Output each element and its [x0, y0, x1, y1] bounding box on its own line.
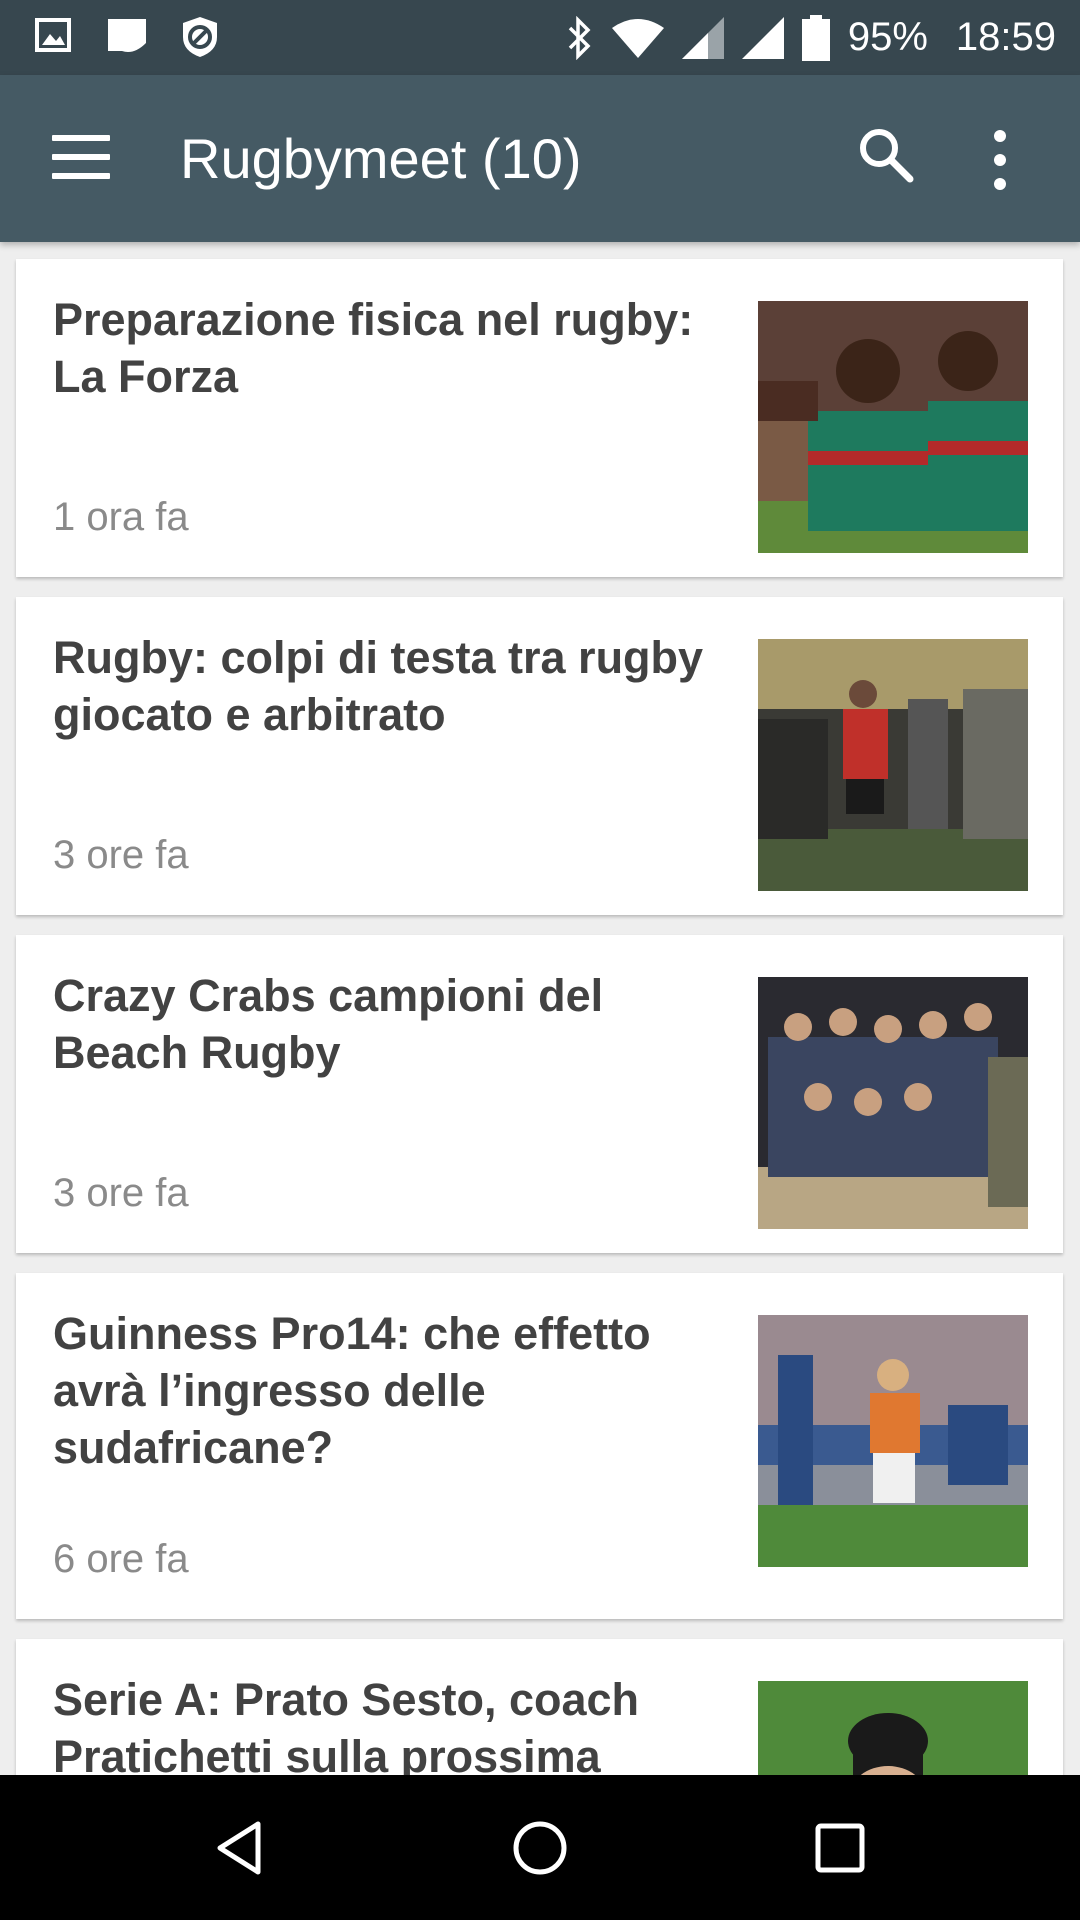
message-icon: [108, 19, 146, 52]
home-icon[interactable]: [470, 1775, 610, 1920]
signal-icon: [681, 16, 724, 59]
signal-icon: [741, 16, 784, 59]
navigation-bar: [0, 1775, 1080, 1920]
article-thumbnail: [758, 1315, 1028, 1567]
recents-icon[interactable]: [770, 1775, 910, 1920]
article-feed[interactable]: Preparazione fisica nel rugby: La Forza …: [0, 242, 1080, 1775]
app-bar: Rugbymeet (10): [0, 75, 1080, 242]
article-thumbnail: [758, 977, 1028, 1229]
article-thumbnail: [758, 301, 1028, 553]
article-time: 3 ore fa: [53, 833, 189, 877]
more-options-icon[interactable]: [994, 130, 1034, 190]
back-icon[interactable]: [170, 1775, 310, 1920]
article-thumbnail: [758, 639, 1028, 891]
gallery-icon: [35, 18, 71, 52]
menu-icon[interactable]: [52, 135, 112, 183]
battery-icon: [801, 14, 830, 61]
article-title: Serie A: Prato Sesto, coach Pratichetti …: [53, 1674, 640, 1775]
blocked-shield-icon: [183, 17, 217, 57]
article-card[interactable]: Guinness Pro14: che effetto avrà l’ingre…: [16, 1273, 1063, 1619]
article-title: Preparazione fisica nel rugby: La Forza: [53, 294, 694, 402]
article-card[interactable]: Preparazione fisica nel rugby: La Forza …: [16, 259, 1063, 577]
app-title: Rugbymeet (10): [180, 127, 582, 190]
bluetooth-icon: [564, 15, 594, 60]
article-thumbnail: [758, 1681, 1028, 1775]
article-time: 3 ore fa: [53, 1171, 189, 1215]
article-title: Guinness Pro14: che effetto avrà l’ingre…: [53, 1308, 651, 1473]
article-time: 1 ora fa: [53, 495, 189, 539]
article-card[interactable]: Crazy Crabs campioni del Beach Rugby 3 o…: [16, 935, 1063, 1253]
article-title: Crazy Crabs campioni del Beach Rugby: [53, 970, 604, 1078]
search-icon[interactable]: [856, 125, 920, 189]
clock: 18:59: [955, 15, 1056, 59]
article-card[interactable]: Serie A: Prato Sesto, coach Pratichetti …: [16, 1639, 1063, 1775]
article-title: Rugby: colpi di testa tra rugby giocato …: [53, 632, 704, 740]
wifi-icon: [611, 18, 664, 58]
article-card[interactable]: Rugby: colpi di testa tra rugby giocato …: [16, 597, 1063, 915]
article-time: 6 ore fa: [53, 1537, 189, 1581]
status-bar: 95% 18:59: [0, 0, 1080, 75]
battery-percent: 95%: [847, 15, 928, 59]
